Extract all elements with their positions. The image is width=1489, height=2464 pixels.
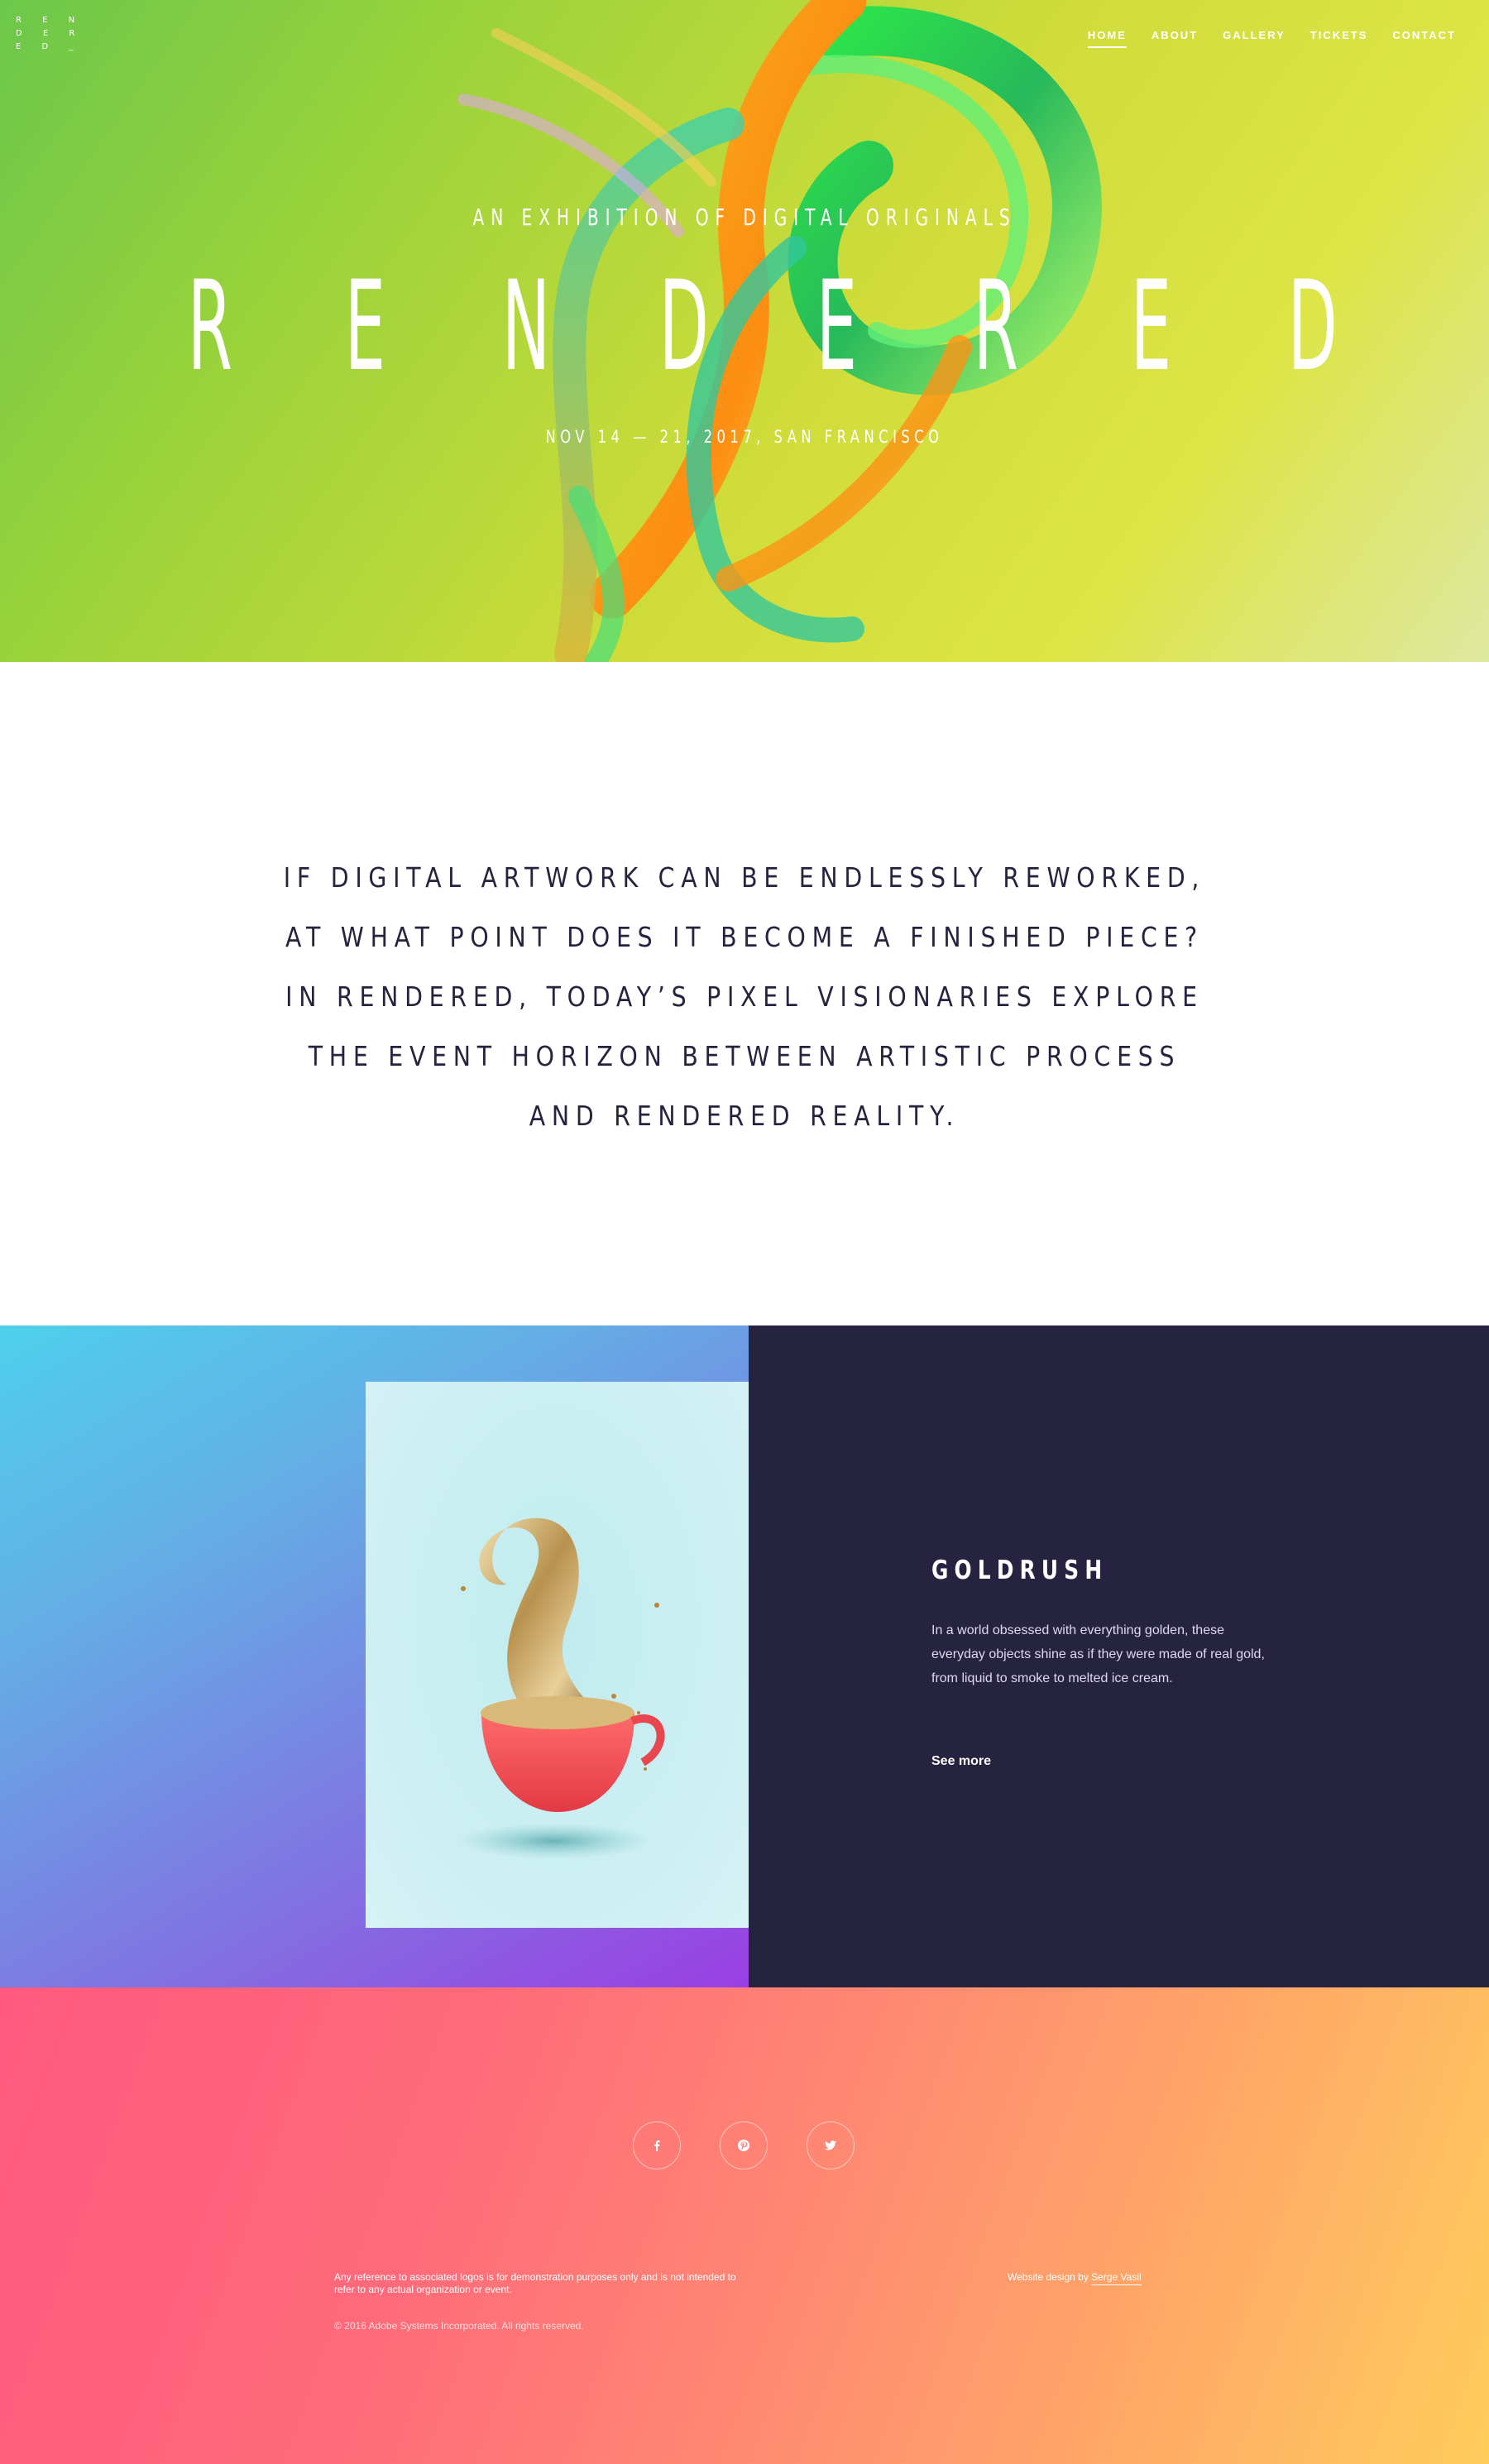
copyright-text: © 2016 Adobe Systems Incorporated. All r… — [334, 2320, 584, 2332]
hero-title: R E N D E R E D — [174, 255, 1338, 399]
footer — [0, 1987, 1489, 2464]
nav-gallery[interactable]: GALLERY — [1223, 29, 1286, 48]
hero-title-letter: E — [816, 255, 858, 399]
design-credit-prefix: Website design by — [1008, 2271, 1092, 2283]
goldrush-artwork-image[interactable] — [366, 1382, 749, 1928]
nav-contact[interactable]: CONTACT — [1392, 29, 1456, 48]
nav-tickets[interactable]: TICKETS — [1310, 29, 1368, 48]
twitter-button[interactable] — [807, 2121, 855, 2169]
designer-link[interactable]: Serge Vasil — [1091, 2271, 1142, 2285]
hero-title-letter: R — [973, 255, 1019, 399]
pinterest-icon — [738, 2140, 749, 2151]
nav-about[interactable]: ABOUT — [1151, 29, 1198, 48]
site-logo[interactable]: R E N D E R E D _ — [16, 14, 74, 54]
twitter-icon — [825, 2140, 836, 2150]
hero-title-letter: D — [658, 255, 709, 399]
gold-cup-illustration — [455, 1517, 665, 1859]
legal-disclaimer: Any reference to associated logos is for… — [334, 2271, 736, 2295]
event-date: NOV 14 — 21, 2017, SAN FRANCISCO — [545, 427, 944, 447]
main-nav: HOME ABOUT GALLERY TICKETS CONTACT — [1063, 29, 1456, 48]
feature-description: In a world obsessed with everything gold… — [931, 1623, 1265, 1685]
hero-section: R E N D E R E D _ HOME ABOUT GALLERY TIC… — [0, 0, 1489, 662]
statement-text: IF DIGITAL ARTWORK CAN BE ENDLESSLY REWO… — [283, 861, 1206, 1132]
facebook-icon — [654, 2140, 660, 2151]
facebook-button[interactable] — [633, 2121, 681, 2169]
hero-title-letter: E — [344, 255, 386, 399]
hero-title-letter: E — [1130, 255, 1172, 399]
see-more-link[interactable]: See more — [931, 1754, 991, 1769]
nav-home[interactable]: HOME — [1087, 29, 1127, 48]
hero-subtitle: AN EXHIBITION OF DIGITAL ORIGINALS — [472, 204, 1017, 231]
feature-title: GOLDRUSH — [931, 1556, 1108, 1585]
hero-title-letter: D — [1287, 255, 1338, 399]
hero-title-letter: N — [501, 255, 551, 399]
pinterest-button[interactable] — [720, 2121, 768, 2169]
design-credit: Website design by Serge Vasil — [1008, 2271, 1142, 2285]
hero-title-letter: R — [187, 255, 233, 399]
